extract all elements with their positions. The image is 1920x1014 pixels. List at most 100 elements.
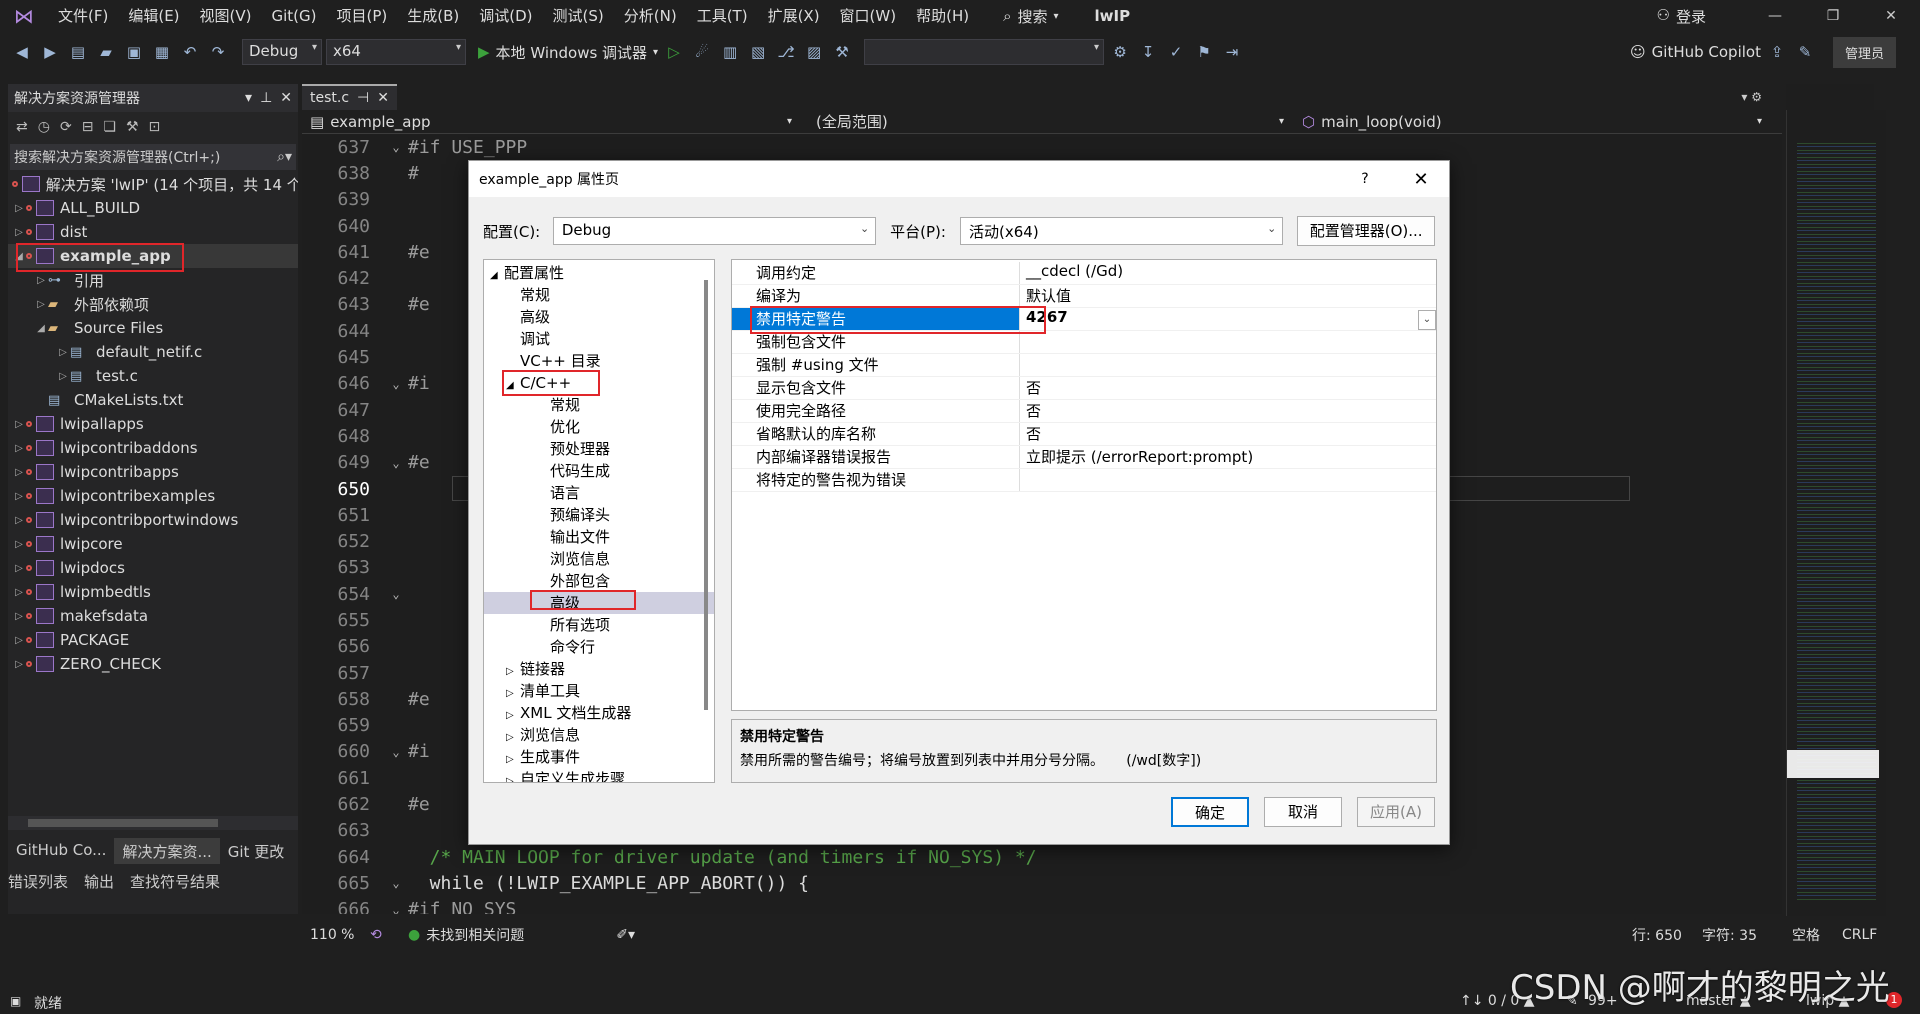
menu-item[interactable]: 分析(N) xyxy=(614,0,687,32)
apply-button[interactable]: 应用(A) xyxy=(1357,797,1435,827)
property-row[interactable]: 强制包含文件 xyxy=(732,331,1436,354)
menu-item[interactable]: 帮助(H) xyxy=(906,0,979,32)
fold-icon[interactable]: ⌄ xyxy=(384,456,408,470)
vs-logo-icon[interactable]: ⋈ xyxy=(0,4,48,28)
solution-tree-item[interactable]: ▷ lwipcontribexamples xyxy=(8,484,298,508)
solution-root[interactable]: 解决方案 'lwIP' (14 个项目，共 14 个 xyxy=(8,172,298,196)
attach-icon[interactable]: ⚙ xyxy=(1108,40,1132,64)
solution-tree-item[interactable]: ▤ CMakeLists.txt xyxy=(8,388,298,412)
property-tree-item[interactable]: VC++ 目录 xyxy=(484,350,714,372)
property-tree-item[interactable]: ▷ 生成事件 xyxy=(484,746,714,768)
menu-item[interactable]: 视图(V) xyxy=(190,0,262,32)
collapse-icon[interactable]: ⊟ xyxy=(82,119,94,135)
property-value[interactable]: 默认值 xyxy=(1020,285,1071,307)
copilot-button[interactable]: ☺ GitHub Copilot xyxy=(1630,43,1761,61)
solution-tree-item[interactable]: ▷ ▤ default_netif.c xyxy=(8,340,298,364)
solution-tree-item[interactable]: ▷ lwipcore xyxy=(8,532,298,556)
menu-item[interactable]: 项目(P) xyxy=(327,0,398,32)
zoom-select[interactable]: 110 % xyxy=(310,927,370,943)
solution-icon[interactable]: ▥ xyxy=(718,40,742,64)
project-nav-select[interactable]: ▤ example_app ▾ xyxy=(302,110,792,133)
solution-tree-item[interactable]: ▷ lwipcontribapps xyxy=(8,460,298,484)
minimap-viewport[interactable] xyxy=(1787,750,1879,778)
solution-tree-item[interactable]: ▷ PACKAGE xyxy=(8,628,298,652)
tool-icon[interactable]: ⚒ xyxy=(830,40,854,64)
expand-icon[interactable]: ▷ xyxy=(12,563,26,574)
close-icon[interactable]: ✕ xyxy=(377,90,389,106)
solution-tree-item[interactable]: ▷ ALL_BUILD xyxy=(8,196,298,220)
property-tree[interactable]: ◢ 配置属性 常规 高级 调试 VC++ 目录 ◢ C/C++ 常规 优化 预处理器 代码生成 语言 预编… xyxy=(483,259,715,783)
expand-icon[interactable]: ▷ xyxy=(12,611,26,622)
menu-item[interactable]: 测试(S) xyxy=(543,0,614,32)
config-manager-button[interactable]: 配置管理器(O)... xyxy=(1297,216,1435,246)
menu-item[interactable]: 扩展(X) xyxy=(758,0,830,32)
bookmark-icon[interactable]: ⚑ xyxy=(1192,40,1216,64)
property-row[interactable]: 内部编译器错误报告 立即提示 (/errorReport:prompt) xyxy=(732,446,1436,469)
pin-icon[interactable]: ⊥ xyxy=(260,90,272,106)
save-icon[interactable]: ▣ xyxy=(122,40,146,64)
menu-item[interactable]: 窗口(W) xyxy=(830,0,907,32)
fold-icon[interactable]: ⌄ xyxy=(384,377,408,391)
start-debug-button[interactable]: ▶ 本地 Windows 调试器 ▾ xyxy=(478,42,658,63)
spell-icon[interactable]: ✓ xyxy=(1164,40,1188,64)
property-row[interactable]: 调用约定 __cdecl (/Gd) xyxy=(732,262,1436,285)
forward-icon[interactable]: ▶ xyxy=(38,40,62,64)
intellicode-icon[interactable]: ⟲ xyxy=(370,927,400,943)
dropdown-icon[interactable]: ▾ xyxy=(245,90,252,106)
dialog-close-icon[interactable]: ✕ xyxy=(1393,169,1449,190)
property-row[interactable]: 省略默认的库名称否 xyxy=(732,423,1436,446)
property-row[interactable]: 强制 #using 文件 xyxy=(732,354,1436,377)
history-icon[interactable]: ◷ xyxy=(38,119,50,135)
property-value[interactable]: 否 xyxy=(1020,377,1041,399)
bottom-tab[interactable]: 输出 xyxy=(76,868,122,894)
tree-expand-icon[interactable]: ◢ xyxy=(490,265,504,287)
solution-tree-item[interactable]: ▷ ZERO_CHECK xyxy=(8,652,298,676)
menu-item[interactable]: 编辑(E) xyxy=(118,0,189,32)
solution-tree-item[interactable]: ▷ dist xyxy=(8,220,298,244)
dialog-platform-select[interactable]: 活动(x64) ⌄ xyxy=(960,217,1284,245)
fold-icon[interactable]: ⌄ xyxy=(384,876,408,890)
solution-tree-item[interactable]: ▷ ▤ test.c xyxy=(8,364,298,388)
expand-icon[interactable]: ▷ xyxy=(12,203,26,214)
property-tree-item[interactable]: ▷ 链接器 xyxy=(484,658,714,680)
property-tree-item[interactable]: ▷ XML 文档生成器 xyxy=(484,702,714,724)
property-value[interactable] xyxy=(1020,354,1026,376)
property-value[interactable]: 否 xyxy=(1020,400,1041,422)
property-value[interactable] xyxy=(1020,469,1026,491)
code-line[interactable]: 665 ⌄ while (!LWIP_EXAMPLE_APP_ABORT()) { xyxy=(302,870,1782,896)
property-tree-item[interactable]: ▷ 清单工具 xyxy=(484,680,714,702)
horizontal-scrollbar[interactable] xyxy=(8,816,298,830)
step-icon[interactable]: ↧ xyxy=(1136,40,1160,64)
comment-icon[interactable]: ▨ xyxy=(802,40,826,64)
minimap-panel[interactable] xyxy=(1786,110,1886,916)
properties-icon[interactable]: ⚒ xyxy=(126,119,139,135)
solution-tree-item[interactable]: ▷ lwipcontribportwindows xyxy=(8,508,298,532)
property-tree-item[interactable]: 命令行 xyxy=(484,636,714,658)
property-tree-item[interactable]: 调试 xyxy=(484,328,714,350)
tree-scrollbar[interactable] xyxy=(704,280,708,710)
property-tree-item[interactable]: 高级 xyxy=(484,306,714,328)
hot-reload-icon[interactable]: ☄ xyxy=(690,40,714,64)
expand-icon[interactable]: ▷ xyxy=(12,635,26,646)
expand-icon[interactable]: ▷ xyxy=(12,491,26,502)
code-line[interactable]: 664 /* MAIN LOOP for driver update (and … xyxy=(302,844,1782,870)
expand-icon[interactable]: ▷ xyxy=(12,659,26,670)
panel-tab[interactable]: 解决方案资... xyxy=(114,838,220,864)
property-tree-item[interactable]: 语言 xyxy=(484,482,714,504)
expand-icon[interactable]: ▷ xyxy=(56,347,70,358)
fold-icon[interactable]: ⌄ xyxy=(384,587,408,601)
value-dropdown-button[interactable]: ⌄ xyxy=(1418,310,1436,330)
close-button[interactable]: ✕ xyxy=(1862,8,1920,24)
menu-item[interactable]: 文件(F) xyxy=(48,0,118,32)
preview-icon[interactable]: ⊡ xyxy=(149,119,161,135)
open-folder-icon[interactable]: ▰ xyxy=(94,40,118,64)
property-value[interactable]: 否 xyxy=(1020,423,1041,445)
property-row[interactable]: 使用完全路径否 xyxy=(732,400,1436,423)
cancel-button[interactable]: 取消 xyxy=(1264,797,1342,827)
branch-icon[interactable]: ⎇ xyxy=(774,40,798,64)
panel-tab[interactable]: Git 更改 xyxy=(220,838,292,864)
ok-button[interactable]: 确定 xyxy=(1171,797,1249,827)
expand-icon[interactable]: ◢ xyxy=(34,323,48,334)
solution-tree-item[interactable]: ▷ makefsdata xyxy=(8,604,298,628)
property-grid[interactable]: 调用约定 __cdecl (/Gd) 编译为 默认值 禁用特定警告 4267 强制包含文件强… xyxy=(731,259,1437,711)
